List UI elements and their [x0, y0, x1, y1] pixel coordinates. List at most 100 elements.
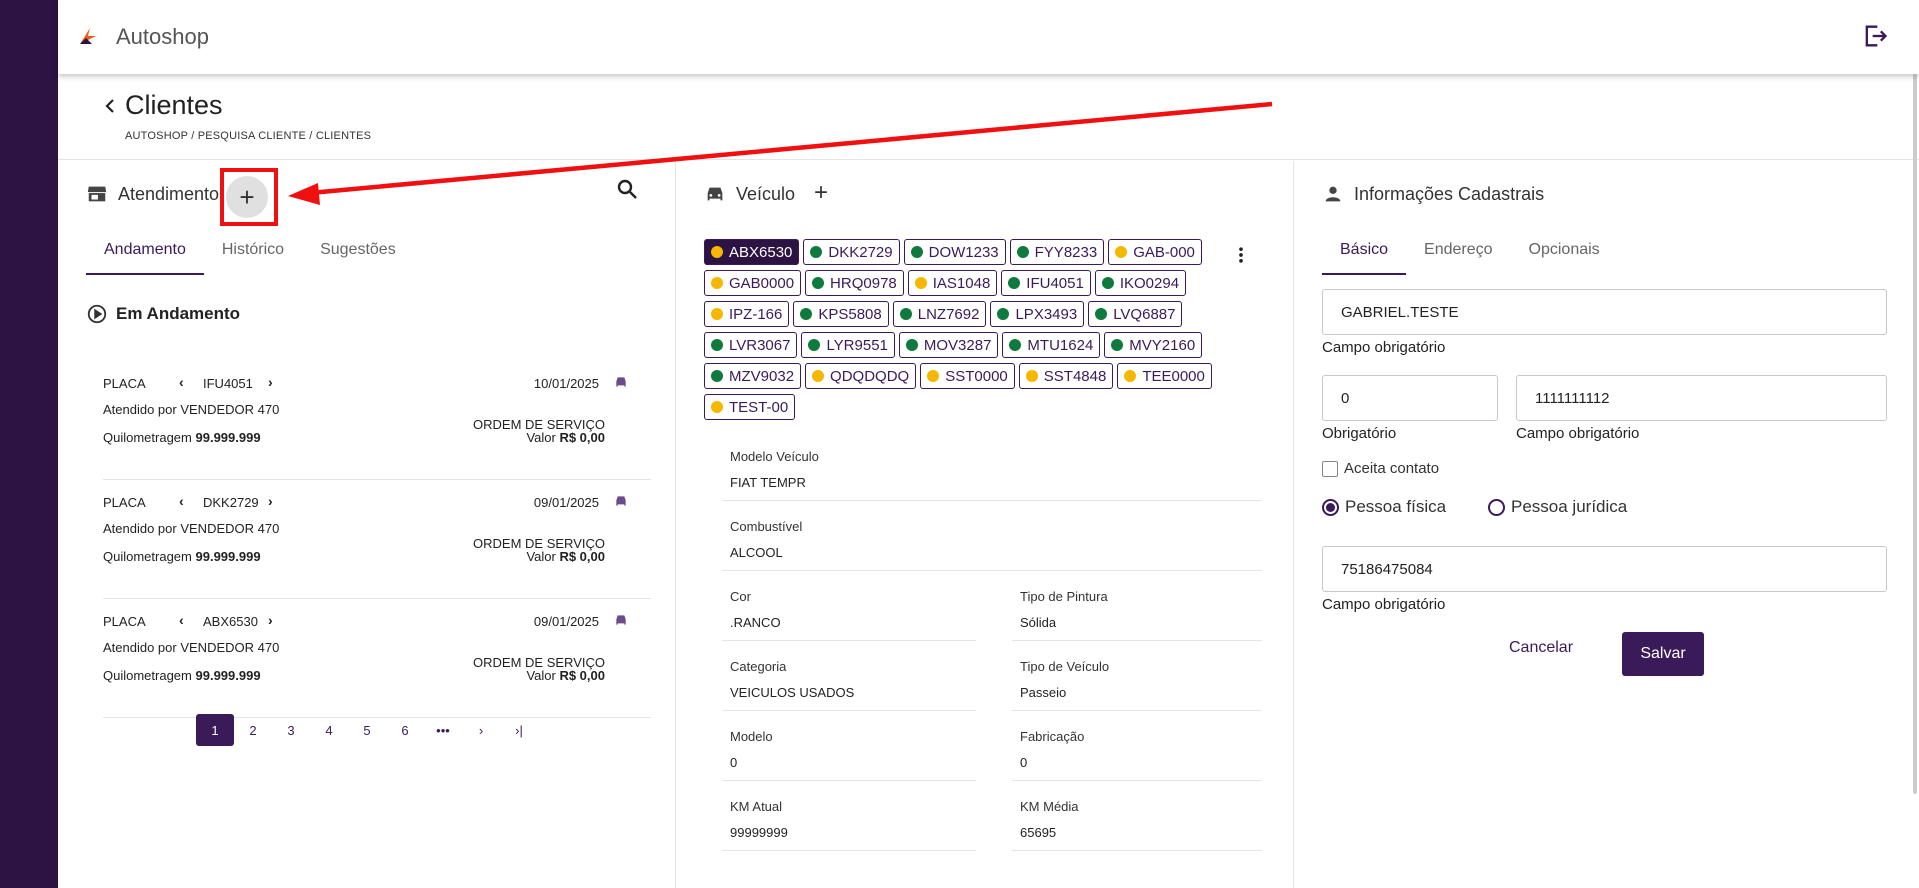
nome-input[interactable]: GABRIEL.TESTE	[1322, 289, 1887, 335]
km-value: 99.999.999	[195, 668, 261, 683]
save-button[interactable]: Salvar	[1622, 632, 1704, 676]
page-2[interactable]: 2	[234, 714, 272, 746]
plate-chip[interactable]: QDQDQDQ	[805, 363, 917, 389]
field-km-media: KM Média 65695	[1012, 793, 1262, 851]
cancel-button[interactable]: Cancelar	[1509, 639, 1573, 657]
app-title: Autoshop	[116, 24, 209, 49]
tab-opcionais[interactable]: Opcionais	[1511, 233, 1618, 275]
logout-icon[interactable]	[1861, 22, 1889, 50]
plate-chip[interactable]: MVY2160	[1104, 332, 1203, 358]
card-os: ORDEM DE SERVIÇO Valor R$ 0,00	[473, 656, 605, 682]
atendimento-card[interactable]: PLACA ‹ DKK2729 › 09/01/2025 Atendido po…	[103, 481, 651, 599]
plate-chip[interactable]: IAS1048	[907, 270, 998, 296]
status-dot-icon	[800, 308, 813, 320]
cadastro-panel: Informações Cadastrais Básico Endereço O…	[1294, 161, 1919, 888]
page-6[interactable]: 6	[386, 714, 424, 746]
cpf-input[interactable]: 75186475084	[1322, 546, 1887, 592]
back-icon[interactable]	[98, 94, 122, 118]
tab-basico[interactable]: Básico	[1322, 233, 1407, 275]
pessoa-juridica-radio[interactable]: Pessoa jurídica	[1488, 497, 1627, 517]
field-value: 0	[730, 755, 738, 770]
radio-unselected[interactable]	[1488, 498, 1505, 516]
plate-chip[interactable]: SST0000	[920, 363, 1015, 389]
plate-chip[interactable]: IPZ-166	[704, 301, 790, 327]
status-dot-icon	[1115, 246, 1128, 258]
page-3[interactable]: 3	[272, 714, 310, 746]
plate-chip[interactable]: FYY8233	[1009, 239, 1105, 265]
pessoa-fisica-label: Pessoa física	[1345, 497, 1447, 516]
field-categoria: Categoria VEICULOS USADOS	[722, 653, 976, 711]
search-icon[interactable]	[615, 177, 639, 201]
plate-chip[interactable]: MOV3287	[898, 332, 999, 358]
plate-chip[interactable]: DOW1233	[903, 239, 1006, 265]
ddd-input[interactable]: 0	[1322, 375, 1498, 421]
page-4[interactable]: 4	[310, 714, 348, 746]
next-page-button[interactable]: ›	[462, 714, 500, 746]
plate-chip[interactable]: TEST-00	[704, 394, 796, 420]
card-plate: ABX6530	[203, 614, 258, 629]
card-date: 09/01/2025	[533, 495, 599, 510]
chevron-left-icon[interactable]: ‹	[179, 493, 184, 509]
checkbox-box[interactable]	[1322, 460, 1338, 477]
status-dot-icon	[899, 308, 912, 320]
atendimento-card[interactable]: PLACA ‹ ABX6530 › 09/01/2025 Atendido po…	[103, 600, 651, 718]
status-dot-icon	[1101, 277, 1114, 289]
plate-chip[interactable]: IKO0294	[1094, 270, 1187, 296]
add-veiculo-button[interactable]: +	[814, 181, 828, 205]
tab-sugestoes[interactable]: Sugestões	[302, 233, 414, 275]
aceita-contato-checkbox[interactable]: Aceita contato	[1322, 460, 1439, 477]
cadastro-header: Informações Cadastrais	[1322, 183, 1544, 205]
plate-chip[interactable]: TEE0000	[1117, 363, 1212, 389]
breadcrumb: AUTOSHOP / PESQUISA CLIENTE / CLIENTES	[125, 130, 372, 142]
autoshop-logo-icon	[80, 28, 96, 44]
plate-chip[interactable]: ABX6530	[704, 239, 800, 265]
plate-chip[interactable]: LVR3067	[704, 332, 798, 358]
plate-chip-label: GAB0000	[729, 274, 795, 292]
plate-chip[interactable]: HRQ0978	[805, 270, 904, 296]
ddd-helper: Obrigatório	[1322, 425, 1397, 442]
chevron-left-icon[interactable]: ‹	[179, 612, 184, 628]
plate-chip-label: MZV9032	[729, 367, 795, 385]
tab-historico[interactable]: Histórico	[204, 233, 302, 275]
card-date: 10/01/2025	[533, 376, 599, 391]
plate-chip[interactable]: GAB0000	[704, 270, 802, 296]
plate-chip[interactable]: SST4848	[1018, 363, 1114, 389]
plate-chip[interactable]: LYR9551	[801, 332, 895, 358]
card-km: Quilometragem 99.999.999	[103, 430, 261, 445]
plate-chip[interactable]: KPS5808	[793, 301, 889, 327]
chevron-right-icon[interactable]: ›	[268, 374, 273, 390]
page-ellipsis[interactable]: •••	[424, 714, 462, 746]
em-andamento-title: Em Andamento	[116, 304, 241, 323]
chevron-right-icon[interactable]: ›	[268, 493, 273, 509]
plate-chip-label: TEE0000	[1142, 367, 1205, 385]
chevron-right-icon[interactable]: ›	[268, 612, 273, 628]
plate-chip-label: MTU1624	[1027, 336, 1094, 354]
field-label: Tipo de Pintura	[1020, 589, 1108, 604]
tab-endereco[interactable]: Endereço	[1406, 233, 1511, 275]
plate-chip[interactable]: DKK2729	[803, 239, 900, 265]
pessoa-fisica-radio[interactable]: Pessoa física	[1322, 497, 1446, 517]
field-value: .RANCO	[730, 615, 781, 630]
radio-selected[interactable]	[1322, 498, 1339, 516]
page-5[interactable]: 5	[348, 714, 386, 746]
plate-chip[interactable]: GAB-000	[1108, 239, 1202, 265]
scrollbar[interactable]	[1913, 74, 1917, 794]
plate-chip[interactable]: IFU4051	[1001, 270, 1091, 296]
plate-chip[interactable]: LNZ7692	[892, 301, 987, 327]
tab-andamento[interactable]: Andamento	[86, 233, 204, 275]
plate-chip-label: SST0000	[945, 367, 1008, 385]
atendimento-card[interactable]: PLACA ‹ IFU4051 › 10/01/2025 Atendido po…	[103, 362, 651, 480]
plate-chip[interactable]: MZV9032	[704, 363, 802, 389]
telefone-input[interactable]: 1111111112	[1516, 375, 1887, 421]
last-page-button[interactable]: ›|	[500, 714, 538, 746]
plate-chip-label: LVR3067	[729, 336, 791, 354]
plate-chip[interactable]: MTU1624	[1002, 332, 1101, 358]
plate-chip-label: MVY2160	[1129, 336, 1196, 354]
cpf-helper: Campo obrigatório	[1322, 596, 1446, 613]
page-1[interactable]: 1	[196, 714, 234, 746]
plate-chip[interactable]: LVQ6887	[1088, 301, 1183, 327]
plate-chip[interactable]: LPX3493	[990, 301, 1085, 327]
card-atendido: Atendido por VENDEDOR 470	[103, 640, 280, 655]
more-vert-icon[interactable]	[1231, 245, 1251, 265]
chevron-left-icon[interactable]: ‹	[179, 374, 184, 390]
